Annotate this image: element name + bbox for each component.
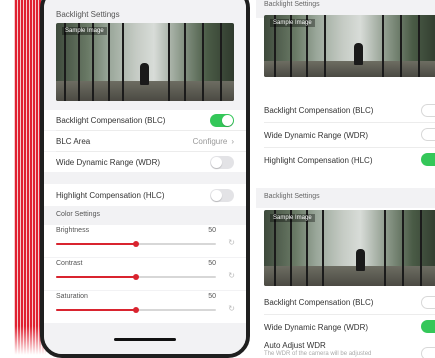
slider-value: 50 (208, 260, 216, 267)
blc-toggle[interactable] (210, 113, 234, 127)
auto-wdr-label: Auto Adjust WDR (264, 341, 326, 350)
reset-icon[interactable]: ↻ (228, 271, 235, 280)
sample-image-preview: Sample Image (264, 210, 435, 286)
reset-icon[interactable]: ↻ (228, 238, 235, 247)
slider-brightness: Brightness 50 ↻ (44, 225, 246, 257)
sample-image-label: Sample Image (270, 214, 315, 222)
wdr-toggle[interactable] (210, 155, 234, 169)
sample-image-label: Sample Image (270, 19, 315, 27)
slider-fill (56, 309, 136, 311)
section-header-backlight: Backlight Settings (56, 10, 120, 19)
auto-wdr-toggle[interactable] (421, 347, 435, 358)
hlc-toggle[interactable] (421, 153, 435, 166)
section-header-backlight: Backlight Settings (256, 188, 435, 208)
blc-area-label: BLC Area (56, 136, 91, 146)
slider-fill (56, 276, 136, 278)
blc-label: Backlight Compensation (BLC) (264, 105, 374, 115)
slider-label: Brightness (56, 227, 90, 234)
row-wdr: Wide Dynamic Range (WDR) (256, 123, 435, 147)
section-header-color: Color Settings (56, 211, 100, 218)
row-hlc: Highlight Compensation (HLC) (256, 148, 435, 172)
auto-wdr-description: The WDR of the camera will be adjusted (264, 351, 372, 357)
row-wdr: Wide Dynamic Range (WDR) (256, 315, 435, 339)
row-blc: Backlight Compensation (BLC) (256, 98, 435, 122)
slider-saturation: Saturation 50 ↻ (44, 291, 246, 323)
phone-frame: Backlight Settings Sample Image Backligh… (40, 0, 250, 358)
wdr-toggle[interactable] (421, 128, 435, 141)
blc-label: Backlight Compensation (BLC) (264, 297, 374, 307)
row-blc-area[interactable]: BLC Area Configure › (44, 131, 246, 151)
hlc-label: Highlight Compensation (HLC) (56, 190, 165, 200)
slider-fill (56, 243, 136, 245)
sample-image-preview: Sample Image (264, 15, 435, 77)
slider-contrast: Contrast 50 ↻ (44, 258, 246, 290)
slider-label: Saturation (56, 293, 88, 300)
wdr-toggle[interactable] (421, 320, 435, 333)
phone-screen: Backlight Settings Sample Image Backligh… (44, 0, 246, 354)
slider-track[interactable] (56, 307, 216, 313)
hlc-label: Highlight Compensation (HLC) (264, 155, 373, 165)
hlc-toggle[interactable] (210, 188, 234, 202)
row-hlc: Highlight Compensation (HLC) (44, 184, 246, 206)
chevron-right-icon: › (231, 136, 234, 146)
slider-value: 50 (208, 293, 216, 300)
wdr-label: Wide Dynamic Range (WDR) (56, 157, 161, 167)
blc-toggle[interactable] (421, 104, 435, 117)
row-blc: Backlight Compensation (BLC) (256, 290, 435, 314)
home-indicator (114, 338, 176, 341)
blc-toggle[interactable] (421, 296, 435, 309)
row-blc: Backlight Compensation (BLC) (44, 110, 246, 130)
slider-thumb[interactable] (133, 307, 139, 313)
slider-thumb[interactable] (133, 241, 139, 247)
wdr-label: Wide Dynamic Range (WDR) (264, 130, 369, 140)
right-settings-panel: Backlight Settings Sample Image Backligh… (256, 0, 435, 358)
reset-icon[interactable]: ↻ (228, 304, 235, 313)
slider-thumb[interactable] (133, 274, 139, 280)
slider-label: Contrast (56, 260, 83, 267)
sample-image-label: Sample Image (62, 27, 107, 35)
slider-track[interactable] (56, 241, 216, 247)
slider-track[interactable] (56, 274, 216, 280)
blc-label: Backlight Compensation (BLC) (56, 115, 166, 125)
row-auto-wdr: Auto Adjust WDR (256, 337, 435, 351)
wdr-label: Wide Dynamic Range (WDR) (264, 322, 369, 332)
blc-area-configure[interactable]: Configure (193, 137, 228, 146)
slider-value: 50 (208, 227, 216, 234)
sample-image-preview: Sample Image (56, 23, 234, 101)
row-wdr: Wide Dynamic Range (WDR) (44, 152, 246, 172)
